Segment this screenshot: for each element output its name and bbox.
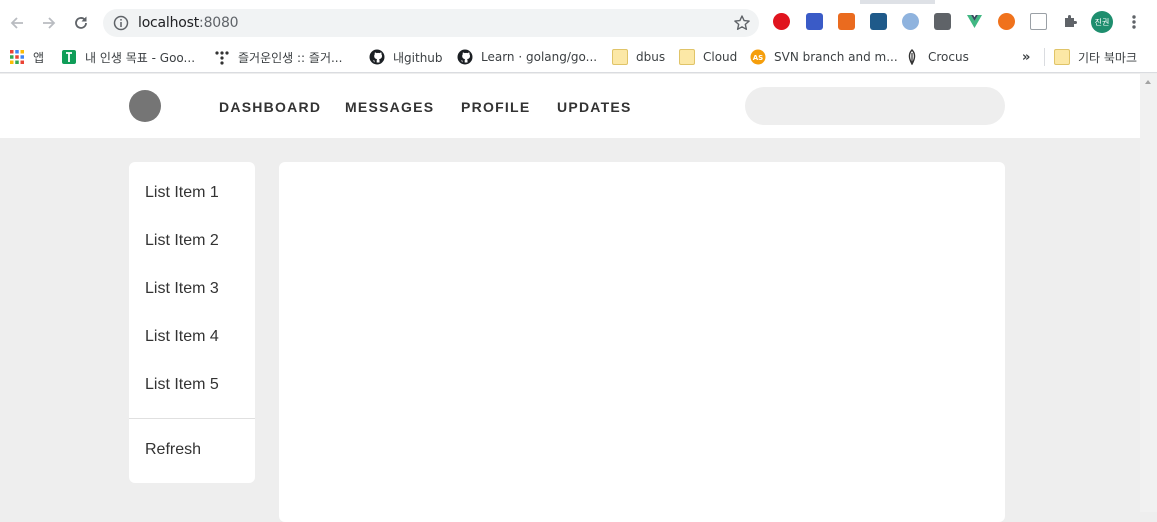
tistory-icon — [215, 51, 229, 65]
extensions-puzzle-icon[interactable] — [1062, 13, 1079, 30]
crocus-leaf-icon — [908, 49, 916, 65]
bookmark-label: 즐거운인생 :: 즐거... — [238, 50, 343, 65]
bookmark-label: 내 인생 목표 - Goo... — [85, 50, 196, 65]
info-extension-icon[interactable] — [934, 13, 951, 30]
sidebar-divider — [129, 418, 255, 419]
back-arrow-icon — [10, 17, 23, 29]
profile-initials: 진권 — [1094, 17, 1110, 27]
browser-toolbar: localhost:8080 진권 — [0, 0, 1157, 41]
bookmark-life-goals[interactable]: 내 인생 목표 - Goo... — [61, 48, 195, 66]
site-info-icon[interactable] — [113, 15, 129, 31]
bookmark-star-icon[interactable] — [733, 14, 751, 32]
ex-extension-icon[interactable] — [838, 13, 855, 30]
cast-extension-icon[interactable] — [1030, 13, 1047, 30]
bookmarks-overflow-button[interactable]: » — [1022, 48, 1030, 66]
dictionary-extension-icon[interactable] — [870, 13, 887, 30]
bookmark-label: 내github — [393, 50, 443, 65]
reload-icon — [75, 16, 87, 29]
page-viewport: Dashboard Messages Profile Updates List … — [0, 74, 1140, 522]
bookmark-other-folder[interactable]: 기타 북마크 — [1054, 48, 1137, 66]
more-menu-icon[interactable] — [1126, 12, 1142, 32]
lifebuoy-extension-icon[interactable] — [998, 13, 1015, 30]
nav-messages[interactable]: Messages — [345, 99, 434, 115]
bookmarks-separator — [1044, 48, 1045, 66]
forward-button[interactable] — [36, 10, 62, 36]
drop-extension-icon[interactable] — [902, 13, 919, 30]
bookmark-label: Crocus — [928, 50, 969, 64]
bookmark-blog[interactable]: 즐거운인생 :: 즐거... — [214, 48, 342, 66]
nav-profile[interactable]: Profile — [461, 99, 530, 115]
main-content-card — [279, 162, 1005, 522]
bookmark-label: dbus — [636, 50, 666, 64]
list-item[interactable]: List Item 5 — [145, 376, 219, 396]
adblock-extension-icon[interactable] — [773, 13, 790, 30]
refresh-button[interactable]: Refresh — [145, 441, 201, 461]
bookmark-github[interactable]: 내github — [369, 48, 443, 66]
tab-strip-new — [935, 0, 1157, 4]
sidebar-list: List Item 1 List Item 2 List Item 3 List… — [129, 162, 255, 483]
profile-avatar[interactable]: 진권 — [1091, 11, 1113, 33]
bookmarks-bar: 앱 내 인생 목표 - Goo... 즐거운인생 :: 즐거... 내githu… — [0, 41, 1157, 73]
list-item[interactable]: List Item 1 — [145, 184, 219, 204]
search-input[interactable] — [745, 87, 1005, 125]
google-sheets-icon — [62, 50, 76, 64]
folder-icon — [679, 49, 695, 65]
bookmark-svn[interactable]: AS SVN branch and m... — [750, 48, 898, 66]
bookmark-label: SVN branch and m... — [774, 50, 898, 64]
app-bar: Dashboard Messages Profile Updates — [0, 74, 1140, 138]
bookmark-golang[interactable]: Learn · golang/go... — [457, 48, 597, 66]
page-scrollbar[interactable] — [1140, 74, 1157, 512]
bookmark-label: Cloud — [703, 50, 738, 64]
list-item[interactable]: List Item 2 — [145, 232, 219, 252]
bookmark-label: 기타 북마크 — [1078, 50, 1138, 65]
bookmark-apps[interactable]: 앱 — [9, 48, 44, 66]
nav-dashboard[interactable]: Dashboard — [219, 99, 321, 115]
list-item[interactable]: List Item 3 — [145, 280, 219, 300]
avatar[interactable] — [129, 90, 161, 122]
forward-arrow-icon — [43, 17, 56, 29]
folder-icon — [612, 49, 628, 65]
address-bar[interactable]: localhost:8080 — [103, 9, 759, 37]
svg-text:AS: AS — [753, 54, 763, 62]
list-item[interactable]: List Item 4 — [145, 328, 219, 348]
as-site-icon: AS — [750, 49, 766, 65]
back-button[interactable] — [4, 10, 30, 36]
scroll-up-arrow-icon[interactable] — [1145, 80, 1151, 84]
github-icon — [457, 49, 473, 65]
bookmark-label: Learn · golang/go... — [481, 50, 598, 64]
reload-button[interactable] — [68, 10, 94, 36]
bookmark-crocus[interactable]: Crocus — [904, 48, 969, 66]
apps-grid-icon — [10, 50, 24, 64]
folder-icon — [1054, 49, 1070, 65]
puzzle-extension-icon[interactable] — [806, 13, 823, 30]
vue-devtools-icon[interactable] — [966, 13, 983, 30]
bookmark-folder-cloud[interactable]: Cloud — [679, 48, 737, 66]
nav-updates[interactable]: Updates — [557, 99, 632, 115]
bookmark-label: 앱 — [33, 50, 45, 65]
bookmark-folder-dbus[interactable]: dbus — [612, 48, 665, 66]
github-icon — [369, 49, 385, 65]
url-text: localhost:8080 — [138, 15, 239, 31]
overflow-chevron-icon: » — [1022, 49, 1031, 65]
active-tab[interactable] — [0, 0, 860, 4]
